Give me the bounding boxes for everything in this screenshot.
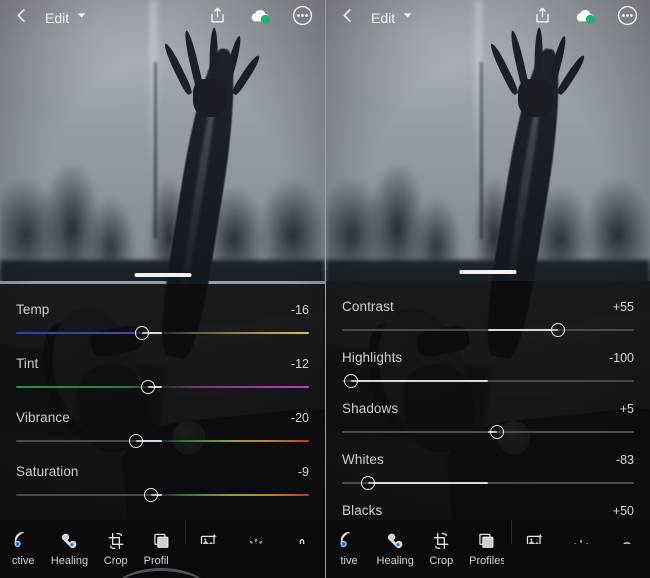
slider-gradient-saturation	[16, 494, 309, 496]
slider-label: Whites	[342, 452, 384, 467]
slider-row[interactable]: Vibrance -20	[16, 404, 309, 458]
tool-label: Profiles	[469, 555, 506, 567]
slider-track[interactable]	[342, 323, 634, 337]
profiles-icon	[477, 531, 497, 551]
selective-icon	[13, 531, 33, 551]
dual-screenshot-comparison: Edit Temp -16 Tint -12 Vibrance -20 Satu…	[0, 0, 650, 578]
tool-label: Healing	[376, 555, 414, 567]
slider-label: Shadows	[342, 401, 399, 416]
toolbar-overlay-panel	[504, 544, 650, 578]
share-export-icon[interactable]	[533, 6, 552, 30]
slider-thumb[interactable]	[489, 425, 504, 439]
panel-drag-handle[interactable]	[134, 273, 191, 277]
slider-track[interactable]	[16, 488, 309, 502]
slider-row[interactable]: Contrast +55	[342, 293, 634, 344]
left-pane: Edit Temp -16 Tint -12 Vibrance -20 Satu…	[0, 0, 325, 578]
slider-row[interactable]: Whites -83	[342, 446, 634, 497]
slider-track[interactable]	[342, 374, 634, 388]
slider-fill	[350, 379, 488, 382]
more-options-icon[interactable]	[617, 5, 638, 31]
slider-value: -12	[290, 357, 309, 371]
chevron-left-icon[interactable]	[12, 6, 31, 30]
slider-row[interactable]: Tint -12	[16, 350, 309, 404]
tool-label: Crop	[429, 555, 454, 567]
cloud-sync-icon[interactable]	[573, 7, 597, 30]
slider-value: +5	[619, 402, 634, 416]
slider-value: -83	[615, 453, 634, 467]
healing-brush-icon	[385, 531, 405, 551]
slider-row[interactable]: Temp -16	[16, 296, 309, 350]
slider-label: Contrast	[342, 299, 394, 314]
slider-thumb[interactable]	[129, 434, 144, 448]
slider-value: -20	[290, 411, 309, 425]
slider-label: Highlights	[342, 350, 403, 365]
slider-track[interactable]	[342, 425, 634, 439]
slider-thumb[interactable]	[343, 374, 358, 388]
tool-crop[interactable]: Crop	[418, 531, 464, 567]
panel-drag-handle[interactable]	[459, 270, 517, 274]
slider-row[interactable]: Saturation -9	[16, 458, 309, 512]
tool-label: Healing	[50, 555, 89, 567]
slider-gradient-temp	[16, 332, 309, 334]
slider-row[interactable]: Blacks +50	[342, 497, 634, 518]
slider-label: Tint	[16, 356, 39, 371]
chevron-down-icon[interactable]	[75, 9, 88, 27]
chevron-down-icon[interactable]	[401, 9, 414, 27]
slider-value: -100	[608, 351, 634, 365]
crop-icon	[106, 531, 126, 551]
slider-gradient-tint	[16, 386, 309, 388]
page-title: Edit	[371, 10, 396, 26]
slider-track[interactable]	[16, 380, 309, 394]
slider-label: Blacks	[342, 503, 383, 518]
header-bar-left: Edit	[0, 0, 325, 36]
more-options-icon[interactable]	[292, 5, 313, 31]
slider-thumb[interactable]	[140, 380, 155, 394]
header-bar-right: Edit	[326, 0, 650, 36]
slider-row[interactable]: Shadows +5	[342, 395, 634, 446]
tool-label: Crop	[103, 555, 128, 567]
slider-value: -16	[290, 303, 309, 317]
edit-panel-right: Contrast +55 Highlights -100 Shadows +5 …	[326, 270, 650, 520]
slider-gradient-vibrance	[16, 440, 309, 442]
tool-selective[interactable]: ctive	[0, 531, 46, 567]
page-title: Edit	[45, 10, 70, 26]
tool-healing[interactable]: Healing	[46, 531, 92, 567]
slider-label: Saturation	[16, 464, 79, 479]
tool-selective[interactable]: tive	[326, 531, 372, 567]
slider-value: +50	[612, 504, 634, 518]
slider-value: -9	[297, 465, 309, 479]
slider-label: Temp	[16, 302, 50, 317]
tool-label: tive	[340, 555, 358, 567]
slider-thumb[interactable]	[551, 323, 566, 337]
right-pane: Edit Contrast +55 Highlights -100 Shadow…	[325, 0, 650, 578]
slider-fill	[368, 481, 488, 484]
tool-healing[interactable]: Healing	[372, 531, 418, 567]
slider-label: Vibrance	[16, 410, 70, 425]
slider-track[interactable]	[16, 326, 309, 340]
slider-thumb[interactable]	[361, 476, 376, 490]
slider-fill	[488, 328, 559, 331]
slider-thumb[interactable]	[134, 326, 149, 340]
edit-panel-left: Temp -16 Tint -12 Vibrance -20 Saturatio…	[0, 273, 325, 520]
slider-track[interactable]	[16, 434, 309, 448]
bottom-toolbar-left: ctive Healing Crop Profiles	[0, 520, 325, 578]
slider-thumb[interactable]	[143, 488, 158, 502]
tool-label: ctive	[11, 555, 35, 567]
tool-crop[interactable]: Crop	[93, 531, 139, 567]
chevron-left-icon[interactable]	[338, 6, 357, 30]
cloud-sync-icon[interactable]	[248, 7, 272, 30]
slider-track[interactable]	[342, 476, 634, 490]
slider-row[interactable]: Highlights -100	[342, 344, 634, 395]
palm	[192, 78, 228, 117]
slider-value: +55	[612, 300, 634, 314]
share-export-icon[interactable]	[208, 6, 227, 30]
selective-icon	[339, 531, 359, 551]
bottom-toolbar-right: tive Healing Crop Profiles	[326, 520, 650, 578]
crop-icon	[431, 531, 451, 551]
healing-brush-icon	[59, 531, 79, 551]
palm	[518, 78, 553, 117]
